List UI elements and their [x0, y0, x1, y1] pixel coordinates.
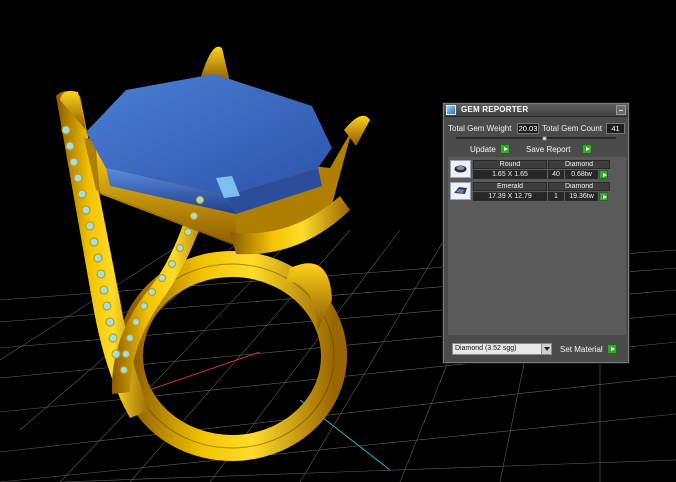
gem-row-round[interactable]: Round Diamond 1.65 X 1.65 40 0.68tw [448, 159, 626, 179]
gem-shape: Round [473, 160, 547, 169]
total-gem-weight-value: 20.03 [517, 123, 539, 134]
gem-material: Diamond [548, 160, 610, 169]
update-button[interactable] [500, 144, 510, 154]
material-select-value: Diamond (3.52 sgg) [455, 345, 517, 352]
slider-track[interactable] [456, 137, 616, 139]
select-gem-button[interactable] [599, 192, 608, 201]
emerald-gem-icon [450, 182, 471, 200]
update-label: Update [470, 145, 496, 154]
gem-count: 1 [548, 192, 564, 201]
set-material-button[interactable] [607, 344, 617, 354]
round-gem-icon [450, 160, 471, 178]
gem-count: 40 [548, 170, 564, 179]
minimize-icon[interactable] [616, 105, 626, 115]
material-select[interactable]: Diamond (3.52 sgg) [452, 343, 552, 355]
total-gem-count-value: 41 [606, 123, 625, 134]
gem-reporter-icon [446, 105, 456, 115]
gem-row-emerald[interactable]: Emerald Diamond 17.39 X 12.79 1 19.36tw [448, 181, 626, 201]
chevron-down-icon[interactable] [541, 344, 551, 354]
gem-size: 1.65 X 1.65 [473, 170, 547, 179]
gem-reporter-panel: GEM REPORTER Total Gem Weight 20.03 Tota… [443, 103, 629, 363]
gem-shape: Emerald [473, 182, 547, 191]
save-report-label: Save Report [526, 145, 571, 154]
gem-list: Round Diamond 1.65 X 1.65 40 0.68tw Emer… [448, 157, 626, 335]
gem-size: 17.39 X 12.79 [473, 192, 547, 201]
gem-weight: 19.36tw [565, 192, 598, 201]
total-gem-count-label: Total Gem Count [542, 124, 603, 133]
total-gem-weight-label: Total Gem Weight [448, 124, 512, 133]
select-gem-button[interactable] [599, 170, 608, 179]
gem-weight: 0.68tw [565, 170, 598, 179]
slider-thumb[interactable] [541, 136, 547, 141]
gem-material: Diamond [548, 182, 610, 191]
ring-model [56, 46, 370, 461]
totals-row: Total Gem Weight 20.03 Total Gem Count 4… [448, 123, 626, 135]
set-material-label: Set Material [560, 345, 603, 354]
panel-title: GEM REPORTER [461, 105, 529, 114]
save-report-button[interactable] [582, 144, 592, 154]
panel-titlebar[interactable]: GEM REPORTER [444, 104, 628, 117]
